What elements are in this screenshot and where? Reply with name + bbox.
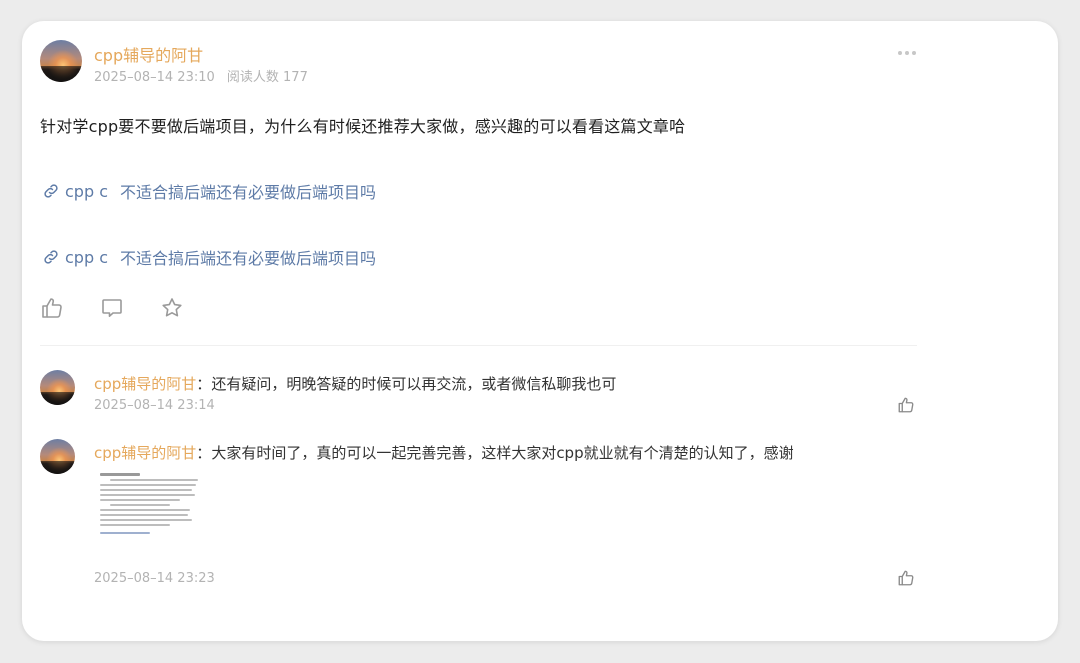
post-time: 2025–08–14 23:10 [94, 70, 215, 85]
comment-separator: ： [196, 375, 212, 393]
star-icon[interactable] [160, 296, 184, 320]
link-title: 不适合搞后端还有必要做后端项目吗 [120, 249, 377, 268]
post-meta: 2025–08–14 23:10 阅读人数 177 [94, 66, 316, 85]
comment-avatar[interactable] [40, 370, 75, 405]
more-icon[interactable] [898, 49, 918, 57]
comment-2: cpp辅导的阿甘：大家有时间了，真的可以一起完善完善，这样大家对cpp就业就有个… [94, 442, 794, 463]
link-title: 不适合搞后端还有必要做后端项目吗 [120, 183, 377, 202]
thumbs-up-icon[interactable] [897, 569, 915, 587]
link-prefix: cpp c [65, 247, 108, 267]
comment-text: 大家有时间了，真的可以一起完善完善，这样大家对cpp就业就有个清楚的认知了，感谢 [211, 444, 794, 462]
comment-time: 2025–08–14 23:23 [94, 571, 215, 586]
comment-icon[interactable] [100, 296, 124, 320]
post-author-name[interactable]: cpp辅导的阿甘 [94, 42, 203, 66]
comment-separator: ： [196, 444, 212, 462]
post-text: 针对学cpp要不要做后端项目，为什么有时候还推荐大家做，感兴趣的可以看看这篇文章… [40, 117, 686, 136]
comment-author[interactable]: cpp辅导的阿甘 [94, 375, 196, 393]
thumbs-up-icon[interactable] [40, 296, 64, 320]
comment-avatar[interactable] [40, 439, 75, 474]
article-link-1[interactable]: cpp c 不适合搞后端还有必要做后端项目吗 [42, 179, 376, 203]
post-views: 阅读人数 177 [226, 70, 308, 85]
article-link-2[interactable]: cpp c 不适合搞后端还有必要做后端项目吗 [42, 245, 376, 269]
link-icon [44, 250, 58, 264]
thumbs-up-icon[interactable] [897, 396, 915, 414]
comment-image-thumbnail[interactable] [94, 466, 212, 566]
divider [40, 345, 917, 346]
link-prefix: cpp c [65, 181, 108, 201]
comment-text: 还有疑问，明晚答疑的时候可以再交流，或者微信私聊我也可 [211, 375, 617, 393]
post-card: cpp辅导的阿甘 2025–08–14 23:10 阅读人数 177 针对学cp… [22, 21, 1058, 641]
link-icon [44, 184, 58, 198]
comment-author[interactable]: cpp辅导的阿甘 [94, 444, 196, 462]
comment-time: 2025–08–14 23:14 [94, 398, 215, 413]
author-avatar[interactable] [40, 40, 82, 82]
comment-1: cpp辅导的阿甘：还有疑问，明晚答疑的时候可以再交流，或者微信私聊我也可 [94, 373, 616, 394]
